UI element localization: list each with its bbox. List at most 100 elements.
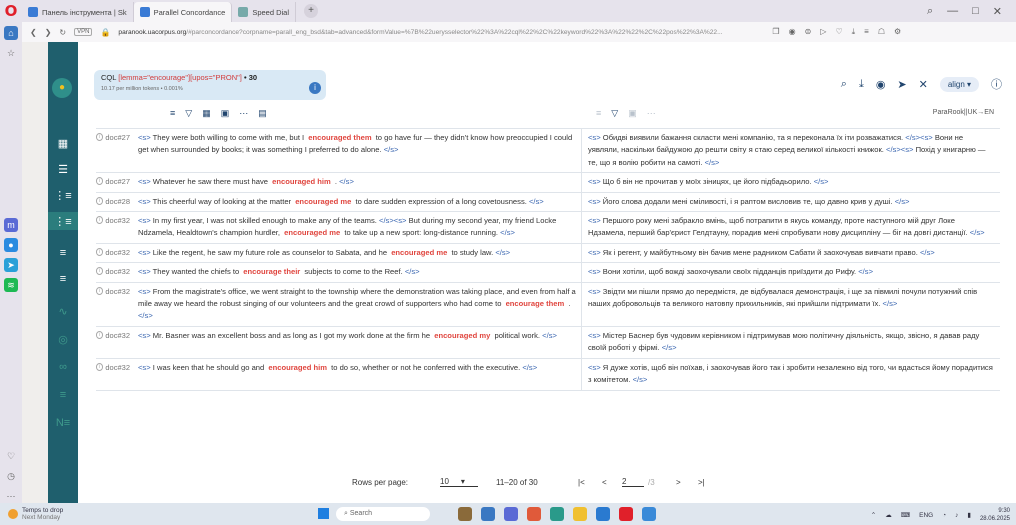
doc-cell[interactable]: i doc#32 — [96, 283, 134, 326]
rows-per-page-select[interactable]: 10 ▾ — [440, 477, 478, 487]
first-page-icon[interactable]: |< — [578, 478, 585, 487]
keyword-hit[interactable]: encouraged him — [266, 363, 329, 372]
sort-icon[interactable]: ≡ — [170, 108, 175, 119]
minimize-button[interactable]: — — [947, 5, 958, 18]
download-icon[interactable]: ⤓ — [852, 27, 856, 37]
clear-icon[interactable]: ✕ — [919, 78, 928, 91]
search-icon[interactable]: ⌕ — [841, 78, 847, 91]
parallel-concordance-icon[interactable]: ⋮≡ — [48, 212, 78, 230]
filter-icon[interactable]: ▽ — [611, 108, 618, 119]
menu-icon[interactable]: ⚙ — [894, 27, 901, 37]
more-icon[interactable]: ⋯ — [647, 108, 656, 119]
word-app-icon[interactable] — [642, 507, 656, 521]
maximize-button[interactable]: □ — [972, 5, 979, 18]
forward-icon[interactable]: ❯ — [45, 28, 52, 37]
ngrams-icon[interactable]: ≡ — [48, 270, 78, 288]
concordance-row[interactable]: i doc#27 <s> Whatever he saw there must ha… — [96, 173, 1000, 193]
doc-info-icon[interactable]: i — [96, 267, 104, 276]
keyword-hit[interactable]: encouraged me — [389, 248, 449, 257]
easy-setup-icon[interactable]: ≡ — [864, 27, 869, 37]
keywords-icon[interactable]: ◎ — [48, 330, 78, 348]
battery-icon[interactable]: ▮ — [967, 511, 971, 519]
concordance-row[interactable]: i doc#32 <s> In my first year, I was not s… — [96, 212, 1000, 244]
doc-info-icon[interactable]: i — [96, 133, 104, 141]
doc-info-icon[interactable]: i — [96, 362, 104, 371]
keyword-hit[interactable]: encouraged me — [293, 197, 353, 206]
concordance-row[interactable]: i doc#32 <s> Mr. Basner was an excellent b… — [96, 326, 1000, 359]
concordance-icon[interactable]: ⋮≡ — [48, 186, 78, 204]
wordlist-icon[interactable]: ≡ — [48, 244, 78, 262]
doc-info-icon[interactable]: i — [96, 177, 104, 186]
doc-info-icon[interactable]: i — [96, 247, 104, 256]
tray-chevron-icon[interactable]: ⌃ — [871, 511, 876, 519]
doc-cell[interactable]: i doc#32 — [96, 359, 134, 390]
concordance-row[interactable]: i doc#28 <s> This cheerful way of looking … — [96, 192, 1000, 213]
dashboard-icon[interactable]: ▦ — [48, 134, 78, 152]
home-icon[interactable]: ⌂ — [4, 26, 18, 40]
keyword-hit[interactable]: encouraged me — [282, 228, 342, 237]
download-icon[interactable]: ⤓ — [859, 78, 864, 91]
play-icon[interactable]: ▷ — [820, 27, 826, 37]
cloud-icon[interactable]: ☁ — [885, 511, 892, 519]
task-view-icon[interactable] — [481, 507, 495, 521]
filter-icon[interactable]: ≡ — [48, 386, 78, 404]
heart-outline-icon[interactable]: ♡ — [835, 27, 842, 37]
doc-info-icon[interactable]: i — [96, 330, 104, 339]
close-window-button[interactable]: ✕ — [993, 5, 1002, 18]
keyword-hit[interactable]: encouraged them — [306, 133, 373, 142]
concordance-row[interactable]: i doc#32 <s> Like the regent, he saw my fu… — [96, 243, 1000, 264]
doc-info-icon[interactable]: i — [96, 196, 104, 205]
bookmark-icon[interactable]: ☆ — [4, 46, 18, 60]
doc-cell[interactable]: i doc#27 — [96, 129, 134, 172]
language-indicator[interactable]: ENG — [919, 512, 933, 519]
messenger-icon[interactable]: ● — [4, 237, 18, 252]
wifi-icon[interactable]: ◔ — [942, 512, 946, 519]
concordance-row[interactable]: i doc#27 <s> They were both willing to com… — [96, 129, 1000, 174]
reload-icon[interactable]: ↻ — [59, 28, 66, 37]
doc-cell[interactable]: i doc#27 — [96, 173, 134, 191]
doc-info-icon[interactable]: i — [96, 286, 104, 295]
windows-start-icon[interactable] — [318, 508, 329, 519]
tab-parallel-concordance[interactable]: Parallel Concordance — [133, 2, 233, 22]
kwic-icon[interactable]: ▦ — [202, 108, 211, 119]
keyboard-icon[interactable]: ⌨ — [901, 511, 910, 519]
keyword-hit[interactable]: encouraged him — [270, 177, 333, 186]
info-icon[interactable]: i — [309, 82, 321, 94]
doc-cell[interactable]: i doc#32 — [96, 244, 134, 262]
page-input[interactable]: 2 — [622, 477, 644, 487]
extensions-icon[interactable]: ☖ — [878, 27, 885, 37]
doc-cell[interactable]: i doc#32 — [96, 263, 134, 281]
concordance-row[interactable]: i doc#32 <s> They wanted the chiefs to enc… — [96, 263, 1000, 283]
concordance-row[interactable]: i doc#32 <s> I was keen that he should go … — [96, 358, 1000, 391]
chart-icon[interactable]: ▤ — [258, 108, 267, 119]
vpn-badge[interactable]: VPN — [74, 28, 93, 36]
filter-icon[interactable]: ▽ — [185, 108, 192, 119]
weather-widget[interactable]: Temps to drop Next Monday — [0, 507, 63, 521]
shield-icon[interactable]: ⊜ — [805, 27, 812, 37]
more-icon[interactable]: ⋯ — [4, 489, 18, 503]
history-icon[interactable]: ◷ — [4, 469, 18, 483]
url-field[interactable]: paranook.uacorpus.org/#parconcordance?co… — [118, 29, 758, 36]
concordance-row[interactable]: i doc#32 <s> From the magistrate's office,… — [96, 282, 1000, 327]
explorer-app-icon[interactable] — [573, 507, 587, 521]
heart-icon[interactable]: ♡ — [4, 449, 18, 463]
screenshot-icon[interactable]: ❐ — [772, 27, 779, 37]
more-icon[interactable]: ⋯ — [239, 108, 248, 119]
next-page-icon[interactable]: > — [676, 478, 681, 487]
thesaurus-icon[interactable]: ∞ — [48, 358, 78, 376]
opera-logo-icon[interactable]: O — [0, 0, 22, 22]
keyword-hit[interactable]: encouraged my — [432, 331, 492, 340]
edge-app-icon[interactable] — [550, 507, 564, 521]
view-icon[interactable]: ◉ — [876, 78, 886, 91]
keyword-hit[interactable]: encourage their — [241, 267, 302, 276]
tab-speed-dial[interactable]: Speed Dial — [232, 2, 297, 22]
app-logo-icon[interactable]: ● — [52, 78, 72, 98]
mail-app-icon[interactable] — [596, 507, 610, 521]
new-tab-button[interactable]: + — [304, 4, 319, 18]
doc-cell[interactable]: i doc#32 — [96, 327, 134, 358]
sentence-view-icon[interactable]: ▣ — [221, 108, 230, 119]
spotify-icon[interactable]: ≋ — [4, 277, 18, 292]
camera-icon[interactable]: ◉ — [789, 27, 796, 37]
align-dropdown[interactable]: align ▾ — [939, 76, 979, 92]
prev-page-icon[interactable]: < — [602, 478, 607, 487]
